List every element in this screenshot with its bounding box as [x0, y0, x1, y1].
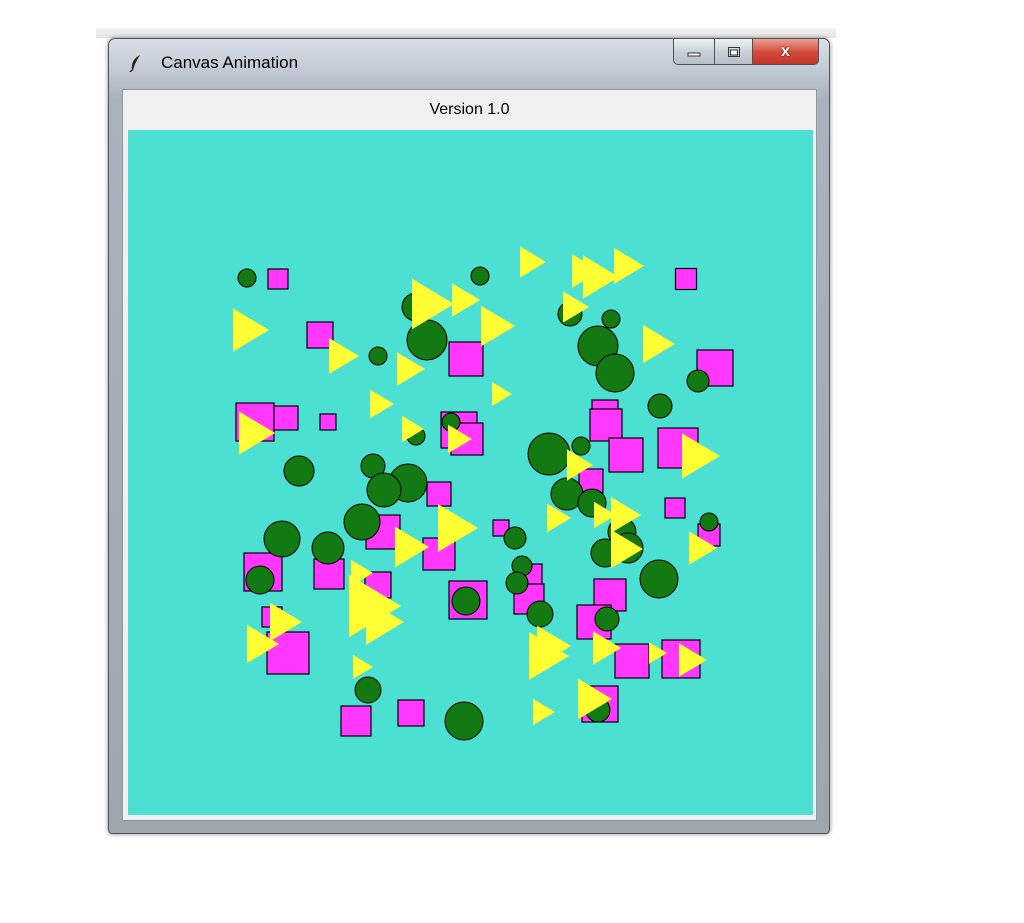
yellow-triangle-37: [353, 655, 373, 679]
green-circle-14: [527, 432, 571, 476]
app-window: Canvas Animation x Version 1.0: [108, 38, 830, 834]
green-circle-9: [595, 353, 635, 393]
green-circle-33: [505, 571, 529, 595]
maximize-icon: [727, 46, 740, 57]
yellow-triangle-3: [583, 255, 619, 299]
green-circle-7: [601, 309, 621, 329]
maximize-button[interactable]: [715, 39, 753, 65]
green-circle-15: [571, 436, 591, 456]
green-circle-37: [354, 676, 382, 704]
background-window-edge: [96, 28, 836, 38]
yellow-triangle-38: [533, 698, 555, 726]
magenta-square-32: [614, 643, 650, 679]
yellow-triangle-10: [329, 338, 359, 374]
magenta-square-13: [608, 437, 644, 473]
yellow-triangle-6: [452, 283, 480, 317]
minimize-button[interactable]: [673, 39, 715, 65]
close-button[interactable]: x: [753, 39, 819, 65]
green-circle-29: [699, 512, 719, 532]
green-circle-23: [263, 520, 301, 558]
window-controls: x: [673, 39, 819, 65]
magenta-square-34: [340, 705, 372, 737]
green-circle-30: [639, 559, 679, 599]
magenta-square-15: [426, 481, 452, 507]
magenta-square-35: [397, 699, 425, 727]
yellow-triangle-14: [492, 382, 512, 406]
green-circle-24: [311, 531, 345, 565]
yellow-triangle-20: [438, 504, 478, 552]
green-circle-10: [686, 369, 710, 393]
yellow-triangle-9: [233, 308, 269, 352]
green-circle-16: [283, 455, 315, 487]
yellow-triangle-12: [643, 324, 675, 364]
magenta-square-1: [267, 268, 289, 290]
green-circle-1: [237, 268, 257, 288]
minimize-icon: [687, 52, 701, 56]
magenta-square-10: [589, 408, 623, 442]
magenta-square-2: [674, 267, 698, 291]
magenta-square-4: [448, 341, 484, 377]
green-circle-11: [647, 393, 673, 419]
green-circle-20: [343, 503, 381, 541]
feather-icon: [129, 55, 140, 72]
yellow-triangle-7: [481, 305, 515, 347]
green-circle-35: [526, 600, 554, 628]
green-circle-19: [366, 472, 402, 508]
version-label: Version 1.0: [429, 101, 510, 118]
window-client-area: Version 1.0: [122, 89, 817, 821]
close-icon: x: [781, 42, 790, 60]
green-circle-31: [245, 565, 275, 595]
green-circle-25: [503, 526, 527, 550]
shapes-layer: [233, 246, 734, 741]
window-title: Canvas Animation: [161, 53, 299, 72]
green-circle-38: [444, 701, 484, 741]
yellow-triangle-1: [520, 246, 546, 278]
magenta-square-7: [273, 405, 299, 431]
magenta-square-17: [664, 497, 686, 519]
animation-canvas[interactable]: [128, 130, 813, 815]
green-circle-5: [368, 346, 388, 366]
yellow-triangle-4: [614, 248, 644, 284]
green-circle-34: [451, 586, 481, 616]
yellow-triangle-18: [682, 433, 720, 479]
green-circle-2: [470, 266, 490, 286]
magenta-square-8: [319, 413, 337, 431]
green-circle-36: [594, 606, 620, 632]
yellow-triangle-13: [370, 389, 394, 419]
